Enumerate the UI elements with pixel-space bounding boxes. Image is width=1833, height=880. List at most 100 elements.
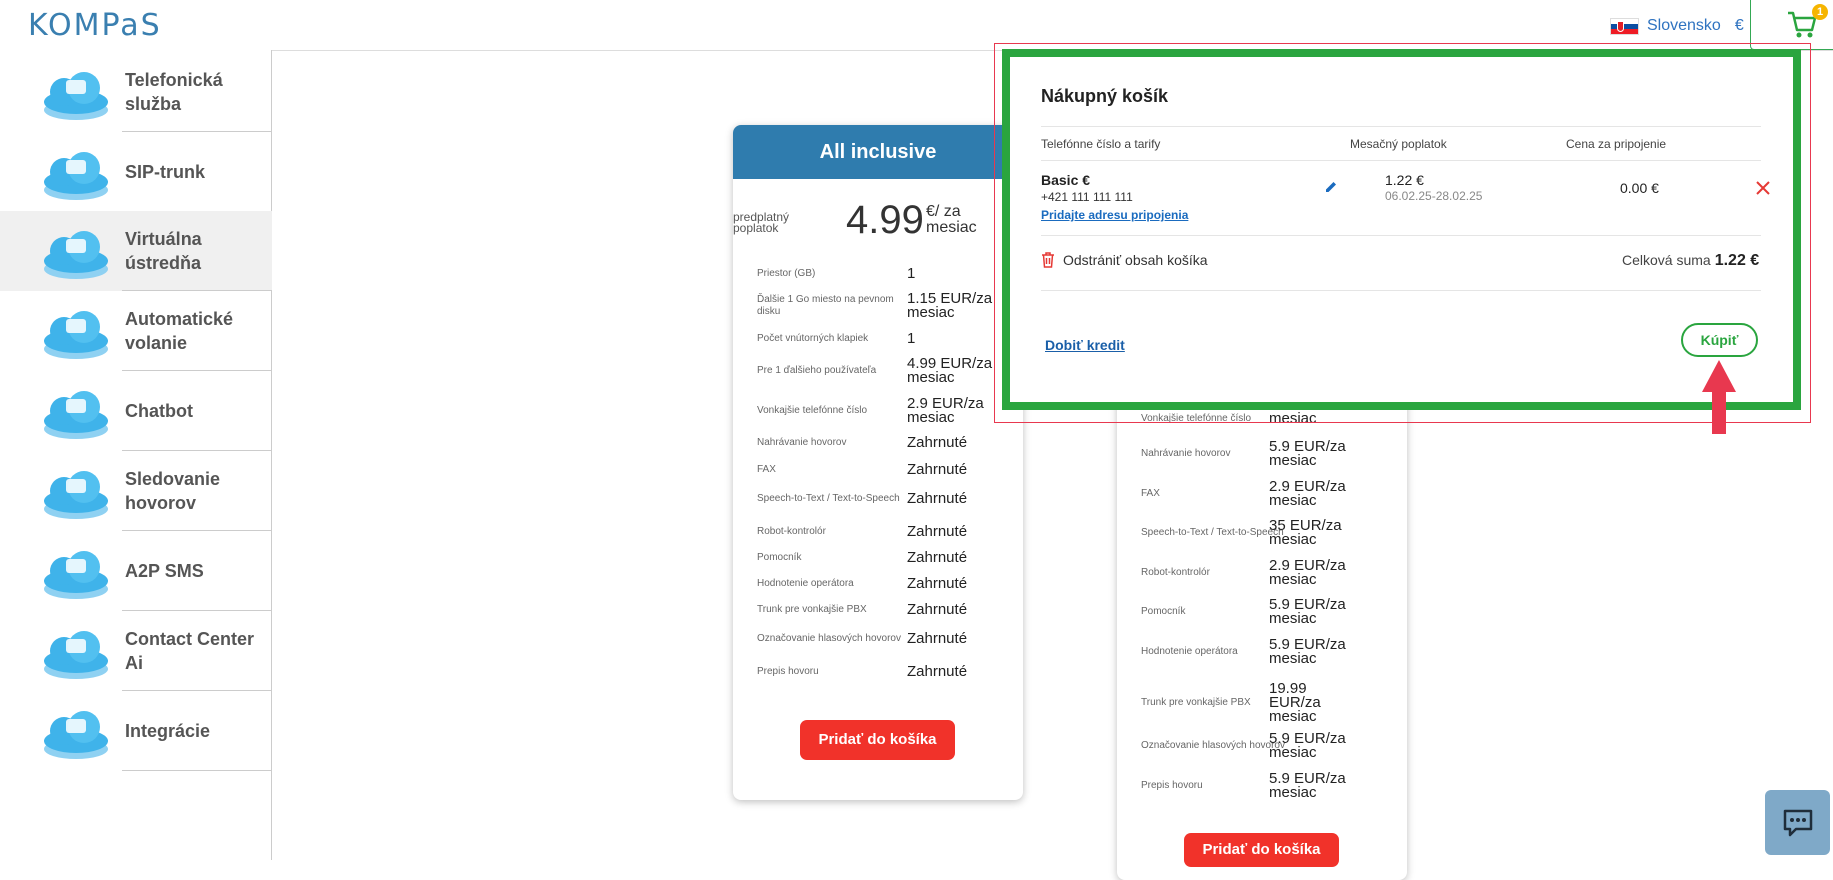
plan2-feature-row: Hodnotenie operátora 5.9 EUR/za mesiac xyxy=(1141,636,1354,667)
plan2-feature-row: Prepis hovoru 5.9 EUR/za mesiac xyxy=(1141,771,1354,800)
annotation-arrow-up-icon xyxy=(1702,360,1736,434)
total-value: 1.22 € xyxy=(1714,252,1760,269)
chat-widget-button[interactable] xyxy=(1765,790,1830,855)
add-to-cart-button-2[interactable]: Pridať do košíka xyxy=(1184,833,1339,867)
feature-value: 5.9 EUR/za mesiac xyxy=(1269,636,1346,667)
kompas-logo[interactable]: KOMPaS xyxy=(28,8,162,43)
cart-item-tariff: Basic € xyxy=(1041,172,1091,188)
plan1-feature-row: Označovanie hlasových hovorov Zahrnuté xyxy=(757,630,997,647)
chatbot-cloud-icon xyxy=(44,391,108,439)
cart-divider xyxy=(1041,235,1761,236)
sidebar-item-8[interactable]: Contact Center Ai xyxy=(0,611,272,691)
plan-fee-label: predplatný poplatok xyxy=(733,210,790,235)
edit-pencil-icon[interactable] xyxy=(1324,180,1338,194)
cart-item-number: +421 111 111 111 xyxy=(1041,190,1133,204)
plan1-feature-row: Pomocník Zahrnuté xyxy=(757,549,997,566)
cart-divider xyxy=(1041,126,1761,127)
top-up-credit-link[interactable]: Dobiť kredit xyxy=(1045,337,1125,353)
feature-name: Pomocník xyxy=(757,552,802,563)
currency-label: € xyxy=(1734,17,1744,34)
plan1-feature-row: FAX Zahrnuté xyxy=(757,461,997,478)
cart-total: Celková suma 1.22 € xyxy=(1622,252,1759,270)
chat-bubble-icon xyxy=(1783,809,1812,836)
plan1-feature-row: Speech-to-Text / Text-to-Speech Zahrnuté xyxy=(757,490,997,507)
add-to-cart-button[interactable]: Pridať do košíka xyxy=(800,720,955,760)
plan2-feature-row: Trunk pre vonkajšie PBX 19.99 EUR/za mesi… xyxy=(1141,680,1354,725)
feature-value: Zahrnuté xyxy=(907,523,968,540)
sidebar-item-1[interactable]: Telefonická služba xyxy=(0,52,272,132)
sidebar-item-5[interactable]: Chatbot xyxy=(0,371,272,451)
cart-item-connection-fee: 0.00 € xyxy=(1620,180,1659,196)
cart-item-period: 06.02.25-28.02.25 xyxy=(1385,189,1483,203)
feature-name: FAX xyxy=(757,464,776,475)
plan-price-unit: €/ za mesiac xyxy=(926,203,977,236)
sidebar-item-label: Sledovanie hovorov xyxy=(125,469,221,513)
feature-name: Nahrávanie hovorov xyxy=(757,437,847,448)
plan1-feature-row: Počet vnútorných klapiek 1 xyxy=(757,330,997,347)
sidebar-item-7[interactable]: A2P SMS xyxy=(0,531,272,611)
sidebar-item-label: Telefonická služba xyxy=(125,70,223,114)
plan2-feature-row: Robot-kontrolór 2.9 EUR/za mesiac xyxy=(1141,558,1354,587)
plan2-feature-row: Označovanie hlasových hovorov 5.9 EUR/za … xyxy=(1141,731,1354,760)
sidebar-item-2[interactable]: SIP-trunk xyxy=(0,132,272,212)
sidebar-item-label: Integrácie xyxy=(125,721,211,741)
col-header-connection: Cena za pripojenie xyxy=(1566,137,1667,151)
feature-value: Zahrnuté xyxy=(907,601,968,618)
language-label: Slovensko xyxy=(1647,17,1721,34)
sidebar-item-4[interactable]: Automatické volanie xyxy=(0,291,272,371)
contact-center-cloud-icon xyxy=(44,631,108,679)
feature-value: 2.9 EUR/za mesiac xyxy=(907,395,984,426)
feature-value: 4.99 EUR/za mesiac xyxy=(907,355,993,386)
call-tracking-cloud-icon xyxy=(44,471,108,519)
phone-service-cloud-icon xyxy=(44,72,108,120)
feature-value: 1 xyxy=(907,330,916,347)
language-selector[interactable]: Slovensko € xyxy=(1610,17,1744,35)
feature-name: Označovanie hlasových hovorov xyxy=(757,633,901,644)
sidebar-separator xyxy=(122,770,272,771)
feature-name: Robot-kontrolór xyxy=(757,526,826,537)
feature-name: Počet vnútorných klapiek xyxy=(757,333,869,344)
plan1-feature-row: Vonkajšie telefónne číslo 2.9 EUR/za mesi… xyxy=(757,395,997,426)
feature-name: Trunk pre vonkajšie PBX xyxy=(757,604,867,615)
cart-count-badge: 1 xyxy=(1812,4,1828,20)
feature-value: 1.15 EUR/za mesiac xyxy=(907,290,993,321)
plan-price: 4.99 xyxy=(846,198,924,242)
remove-item-close-icon[interactable] xyxy=(1756,181,1770,195)
sidebar-item-9[interactable]: Integrácie xyxy=(0,691,272,771)
sidebar-item-label: SIP-trunk xyxy=(125,162,206,182)
cart-item-monthly-fee: 1.22 € xyxy=(1385,172,1424,188)
plan1-feature-row: Ďalšie 1 Go miesto na pevnom disku 1.15 E… xyxy=(757,290,997,321)
cart-title: Nákupný košík xyxy=(1041,86,1169,106)
buy-button[interactable]: Kúpiť xyxy=(1681,323,1758,357)
add-connection-address-link[interactable]: Pridajte adresu pripojenia xyxy=(1041,208,1188,222)
feature-name: Speech-to-Text / Text-to-Speech xyxy=(757,493,900,504)
feature-value: 19.99 EUR/za mesiac xyxy=(1269,680,1321,725)
plan1-feature-row: Nahrávanie hovorov Zahrnuté xyxy=(757,435,997,450)
virtual-pbx-cloud-icon xyxy=(44,231,108,279)
feature-value: Zahrnuté xyxy=(907,549,968,566)
integrations-cloud-icon xyxy=(44,711,108,759)
col-header-number: Telefónne číslo a tarify xyxy=(1041,137,1161,151)
sidebar-item-3[interactable]: Virtuálna ústredňa xyxy=(0,211,272,291)
feature-name: Pre 1 ďalšieho používateľa xyxy=(757,365,877,376)
plan1-feature-row: Pre 1 ďalšieho používateľa 4.99 EUR/za me… xyxy=(757,355,997,386)
feature-value: Zahrnuté xyxy=(907,490,968,507)
feature-name: Ďalšie 1 Go miesto na pevnom disku xyxy=(757,294,894,317)
feature-value: Zahrnuté xyxy=(907,461,968,478)
feature-value: Zahrnuté xyxy=(907,575,968,592)
sip-trunk-cloud-icon xyxy=(44,152,108,200)
sidebar-item-label: Contact Center Ai xyxy=(125,629,255,673)
clear-cart-label: Odstrániť obsah košíka xyxy=(1063,252,1208,268)
clear-cart-button[interactable]: Odstrániť obsah košíka xyxy=(1041,252,1208,268)
plan1-feature-row: Robot-kontrolór Zahrnuté xyxy=(757,523,997,540)
feature-name: Prepis hovoru xyxy=(757,666,819,677)
feature-value: 5.9 EUR/za mesiac xyxy=(1269,596,1346,627)
sidebar-item-label: A2P SMS xyxy=(125,561,204,581)
cart-divider xyxy=(1041,290,1761,291)
sms-cloud-icon xyxy=(44,551,108,599)
trash-icon xyxy=(1042,252,1054,268)
feature-value: Zahrnuté xyxy=(907,630,968,647)
plan-title: All inclusive xyxy=(733,125,1023,179)
sidebar-item-6[interactable]: Sledovanie hovorov xyxy=(0,451,272,531)
plan2-feature-row: Pomocník 5.9 EUR/za mesiac xyxy=(1141,596,1354,627)
